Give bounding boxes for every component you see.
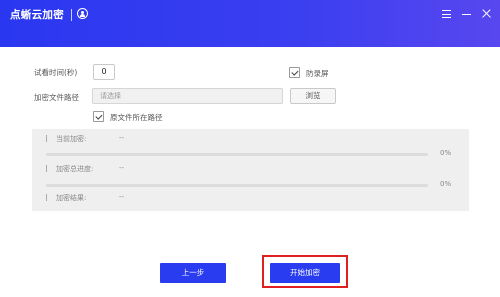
total-progress-percent: 0% — [440, 180, 452, 188]
trial-time-label: 试看时间(秒) — [34, 68, 78, 77]
encrypt-path-input[interactable]: 请选择 — [92, 88, 283, 104]
total-progress-label: 加密总进度: — [56, 165, 94, 173]
original-path-checkbox[interactable] — [93, 111, 104, 122]
menu-icon[interactable] — [441, 8, 453, 20]
encrypt-result-label: 加密结果: — [56, 194, 87, 202]
minimize-icon[interactable] — [461, 8, 473, 20]
title-separator — [71, 9, 72, 21]
original-path-label: 原文件所在路径 — [110, 113, 163, 122]
screen-protect-label: 防录屏 — [306, 69, 329, 78]
current-encrypt-value: -- — [119, 134, 125, 142]
start-encrypt-button[interactable]: 开始加密 — [270, 263, 340, 283]
total-progress-value: -- — [119, 164, 125, 172]
total-progress-bar — [46, 184, 428, 187]
browse-button[interactable]: 浏览 — [290, 88, 336, 104]
app-title: 点蜥云加密 — [10, 9, 64, 21]
close-icon[interactable] — [481, 8, 493, 20]
encrypt-path-label: 加密文件路径 — [34, 93, 79, 102]
previous-step-button[interactable]: 上一步 — [160, 263, 226, 283]
title-bar: 点蜥云加密 — [0, 0, 500, 47]
progress-panel: 当前加密: -- 0% 加密总进度: -- 0% 加密结果: -- — [32, 129, 469, 211]
row-marker — [46, 135, 47, 142]
row-marker — [46, 194, 47, 201]
current-progress-percent: 0% — [440, 149, 452, 157]
encrypt-result-value: -- — [119, 193, 125, 201]
row-marker — [46, 165, 47, 172]
main-content: 试看时间(秒) 0 防录屏 加密文件路径 请选择 浏览 原文件所在路径 当前加密… — [0, 47, 500, 297]
screen-protect-checkbox[interactable] — [289, 67, 300, 78]
trial-time-input[interactable]: 0 — [93, 64, 115, 80]
current-progress-bar — [46, 153, 428, 156]
user-icon[interactable] — [77, 8, 88, 19]
current-encrypt-label: 当前加密: — [56, 135, 87, 143]
